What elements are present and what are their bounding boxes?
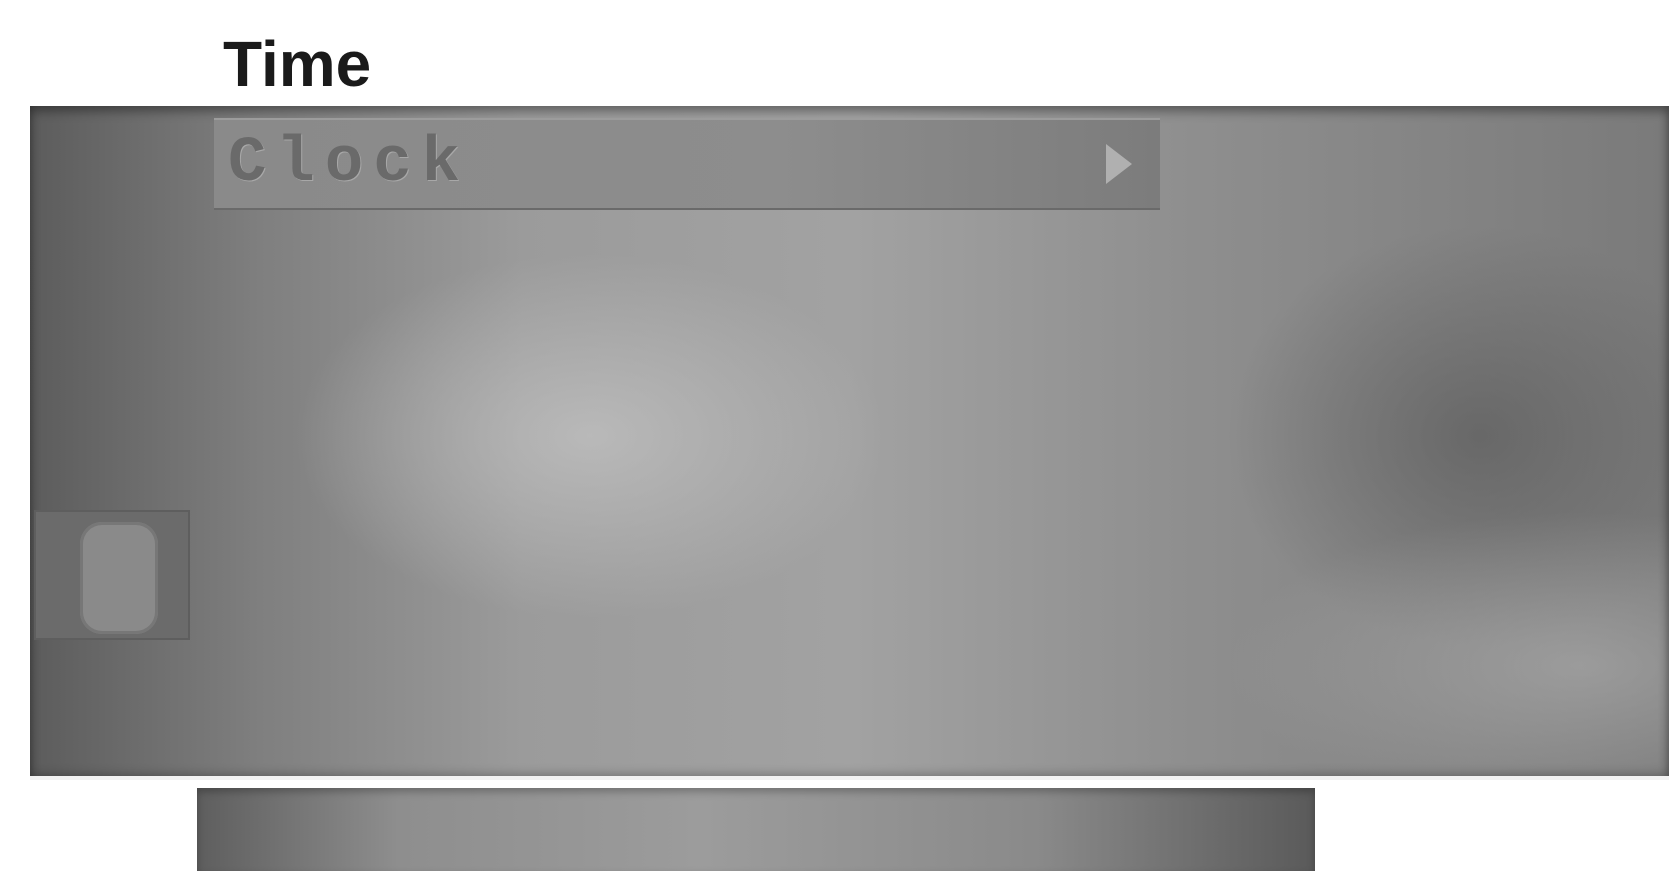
page-title: Time (223, 28, 372, 100)
tv-screen-icon (80, 522, 158, 634)
side-indicator (34, 510, 190, 640)
menu-item-label: Clock (228, 128, 471, 200)
menu-item-clock[interactable]: Clock (214, 118, 1160, 210)
settings-screen: Time Clock (0, 0, 1669, 871)
osd-menu-panel: Clock (30, 106, 1669, 780)
triangle-right-icon (1106, 144, 1132, 184)
bottom-info-bar (197, 788, 1315, 871)
